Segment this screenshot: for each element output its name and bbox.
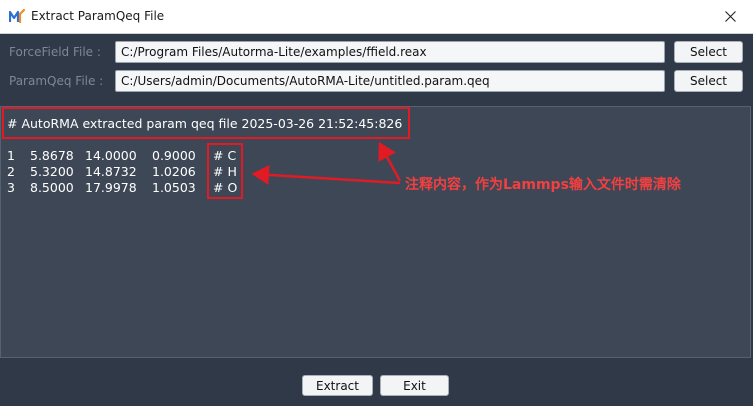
title-bar: Extract ParamQeq File — [0, 0, 753, 34]
close-button[interactable] — [707, 0, 753, 33]
paramqeq-path-input[interactable] — [115, 70, 665, 92]
row-index: 2 — [7, 164, 15, 179]
exit-button[interactable]: Exit — [380, 375, 449, 396]
row-value-1: 5.3200 — [30, 164, 74, 179]
comment-highlight-box — [207, 143, 243, 199]
row-index: 3 — [7, 180, 15, 195]
row-value-3: 0.9000 — [152, 148, 196, 163]
forcefield-path-input[interactable] — [115, 41, 665, 63]
window-title: Extract ParamQeq File — [31, 9, 165, 23]
header-highlight-box — [2, 107, 410, 139]
forcefield-select-button[interactable]: Select — [674, 41, 743, 63]
close-icon — [724, 11, 736, 22]
app-logo-icon — [9, 9, 25, 23]
row-value-1: 8.5000 — [30, 180, 74, 195]
extract-button[interactable]: Extract — [302, 375, 373, 396]
paramqeq-select-button[interactable]: Select — [674, 70, 743, 92]
row-value-3: 1.0503 — [152, 180, 196, 195]
output-text-area[interactable]: # AutoRMA extracted param qeq file 2025-… — [0, 106, 751, 358]
annotation-note: 注释内容，作为Lammps输入文件时需清除 — [405, 177, 681, 193]
row-value-2: 14.8732 — [85, 164, 137, 179]
row-value-3: 1.0206 — [152, 164, 196, 179]
forcefield-label: ForceField File : — [9, 45, 101, 59]
paramqeq-label: ParamQeq File : — [9, 74, 104, 88]
row-value-1: 5.8678 — [30, 148, 74, 163]
row-index: 1 — [7, 148, 15, 163]
row-value-2: 14.0000 — [85, 148, 137, 163]
row-value-2: 17.9978 — [85, 180, 137, 195]
